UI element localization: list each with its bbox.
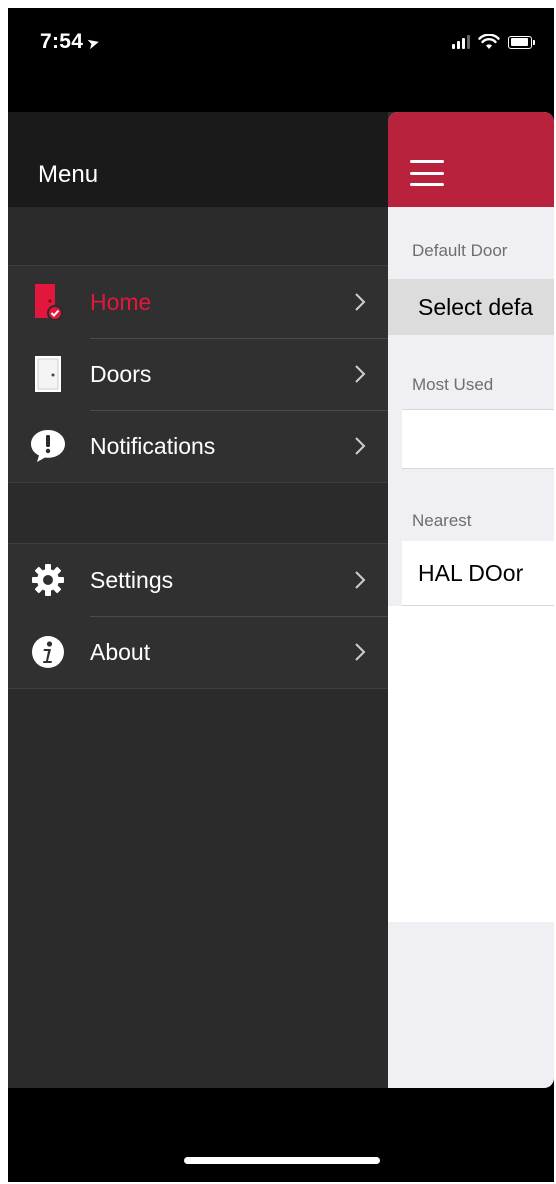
chevron-right-icon [355, 643, 366, 661]
menu-item-doors[interactable]: Doors [8, 338, 388, 410]
status-time: 7:54 ➤ [40, 30, 103, 54]
gear-icon [28, 560, 68, 600]
menu-primary-group: Home Doors Notifications [8, 265, 388, 483]
chevron-right-icon [355, 365, 366, 383]
home-door-icon [28, 282, 68, 322]
menu-item-about-label: About [90, 638, 151, 665]
menu-header: Menu [8, 112, 388, 207]
battery-icon [508, 35, 535, 49]
door-icon [28, 354, 68, 394]
nearest-door-item[interactable]: HAL DOor [402, 541, 554, 606]
menu-item-home-label: Home [90, 288, 152, 315]
most-used-list [402, 409, 554, 469]
main-list-background [388, 606, 554, 922]
menu-item-about[interactable]: About [8, 616, 388, 688]
menu-title: Menu [38, 161, 99, 188]
chevron-right-icon [355, 293, 366, 311]
chevron-right-icon [355, 437, 366, 455]
menu-item-doors-label: Doors [90, 360, 152, 387]
menu-item-settings[interactable]: Settings [8, 544, 388, 616]
select-default-door-button[interactable]: Select defa [388, 279, 554, 335]
chevron-right-icon [355, 571, 366, 589]
hamburger-menu-icon[interactable] [410, 160, 444, 186]
menu-item-home[interactable]: Home [8, 266, 388, 338]
app-container: Default Door Select defa Most Used Neare… [8, 112, 554, 1088]
phone-screen: 7:54 ➤ Default Door Select defa Most Used [8, 8, 554, 1182]
menu-item-settings-label: Settings [90, 566, 174, 593]
info-icon [28, 632, 68, 672]
location-arrow-icon: ➤ [85, 33, 103, 54]
alert-bubble-icon [28, 426, 68, 466]
menu-item-notifications-label: Notifications [90, 432, 216, 459]
home-indicator[interactable] [184, 1157, 380, 1164]
side-menu: Menu Home Doors Notifications Settings A… [8, 112, 388, 1088]
default-door-label: Default Door [412, 241, 508, 260]
main-header [388, 112, 554, 207]
main-content: Default Door Select defa Most Used Neare… [388, 112, 554, 1088]
wifi-icon [478, 34, 500, 49]
most-used-label: Most Used [412, 375, 494, 394]
status-icons [452, 32, 535, 52]
menu-item-notifications[interactable]: Notifications [8, 410, 388, 482]
menu-secondary-group: Settings About [8, 543, 388, 689]
menu-spacer [8, 207, 388, 265]
status-time-text: 7:54 [40, 30, 84, 53]
menu-group-gap [8, 483, 388, 543]
nearest-label: Nearest [412, 511, 472, 530]
cellular-signal-icon [452, 35, 470, 49]
